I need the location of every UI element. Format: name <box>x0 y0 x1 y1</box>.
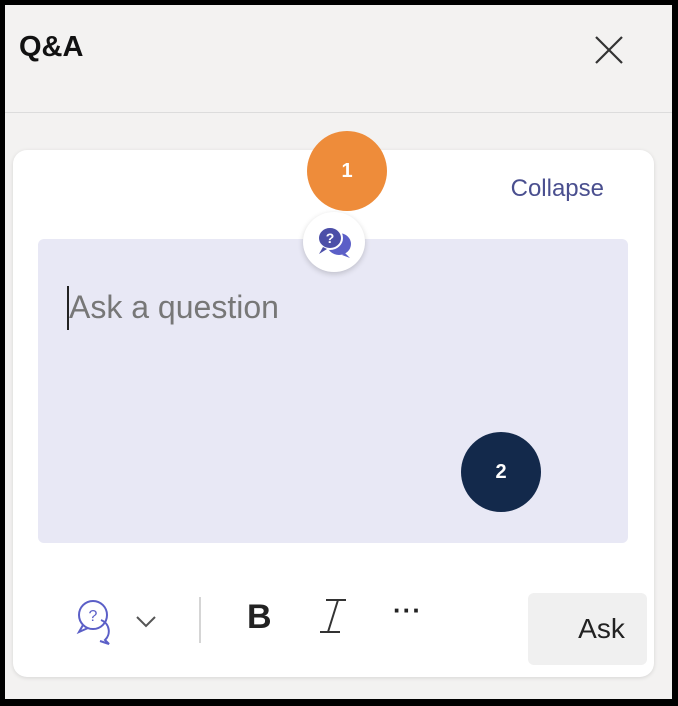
collapse-link[interactable]: Collapse <box>511 175 604 203</box>
qa-bubble-icon: ? <box>303 212 365 272</box>
question-placeholder: Ask a question <box>69 289 279 325</box>
panel-header: Q&A <box>5 5 672 113</box>
italic-icon[interactable] <box>313 590 353 640</box>
ask-button[interactable]: Ask <box>528 593 647 665</box>
svg-text:?: ? <box>326 230 335 246</box>
question-input[interactable]: Ask a question <box>38 239 628 543</box>
question-composer: Collapse Ask a question ? ? B ··· Ask <box>13 150 654 677</box>
close-icon[interactable] <box>591 32 627 68</box>
panel-title: Q&A <box>19 31 84 63</box>
annotation-badge-1: 1 <box>307 131 387 211</box>
annotation-badge-2: 2 <box>461 432 541 512</box>
more-options-button[interactable]: ··· <box>393 595 422 626</box>
qa-panel: Q&A Collapse Ask a question ? ? B ··· As… <box>5 5 672 699</box>
bold-button[interactable]: B <box>247 598 272 637</box>
question-type-dropdown[interactable]: ? <box>71 596 167 646</box>
toolbar-divider <box>199 597 201 643</box>
svg-text:?: ? <box>89 608 98 625</box>
